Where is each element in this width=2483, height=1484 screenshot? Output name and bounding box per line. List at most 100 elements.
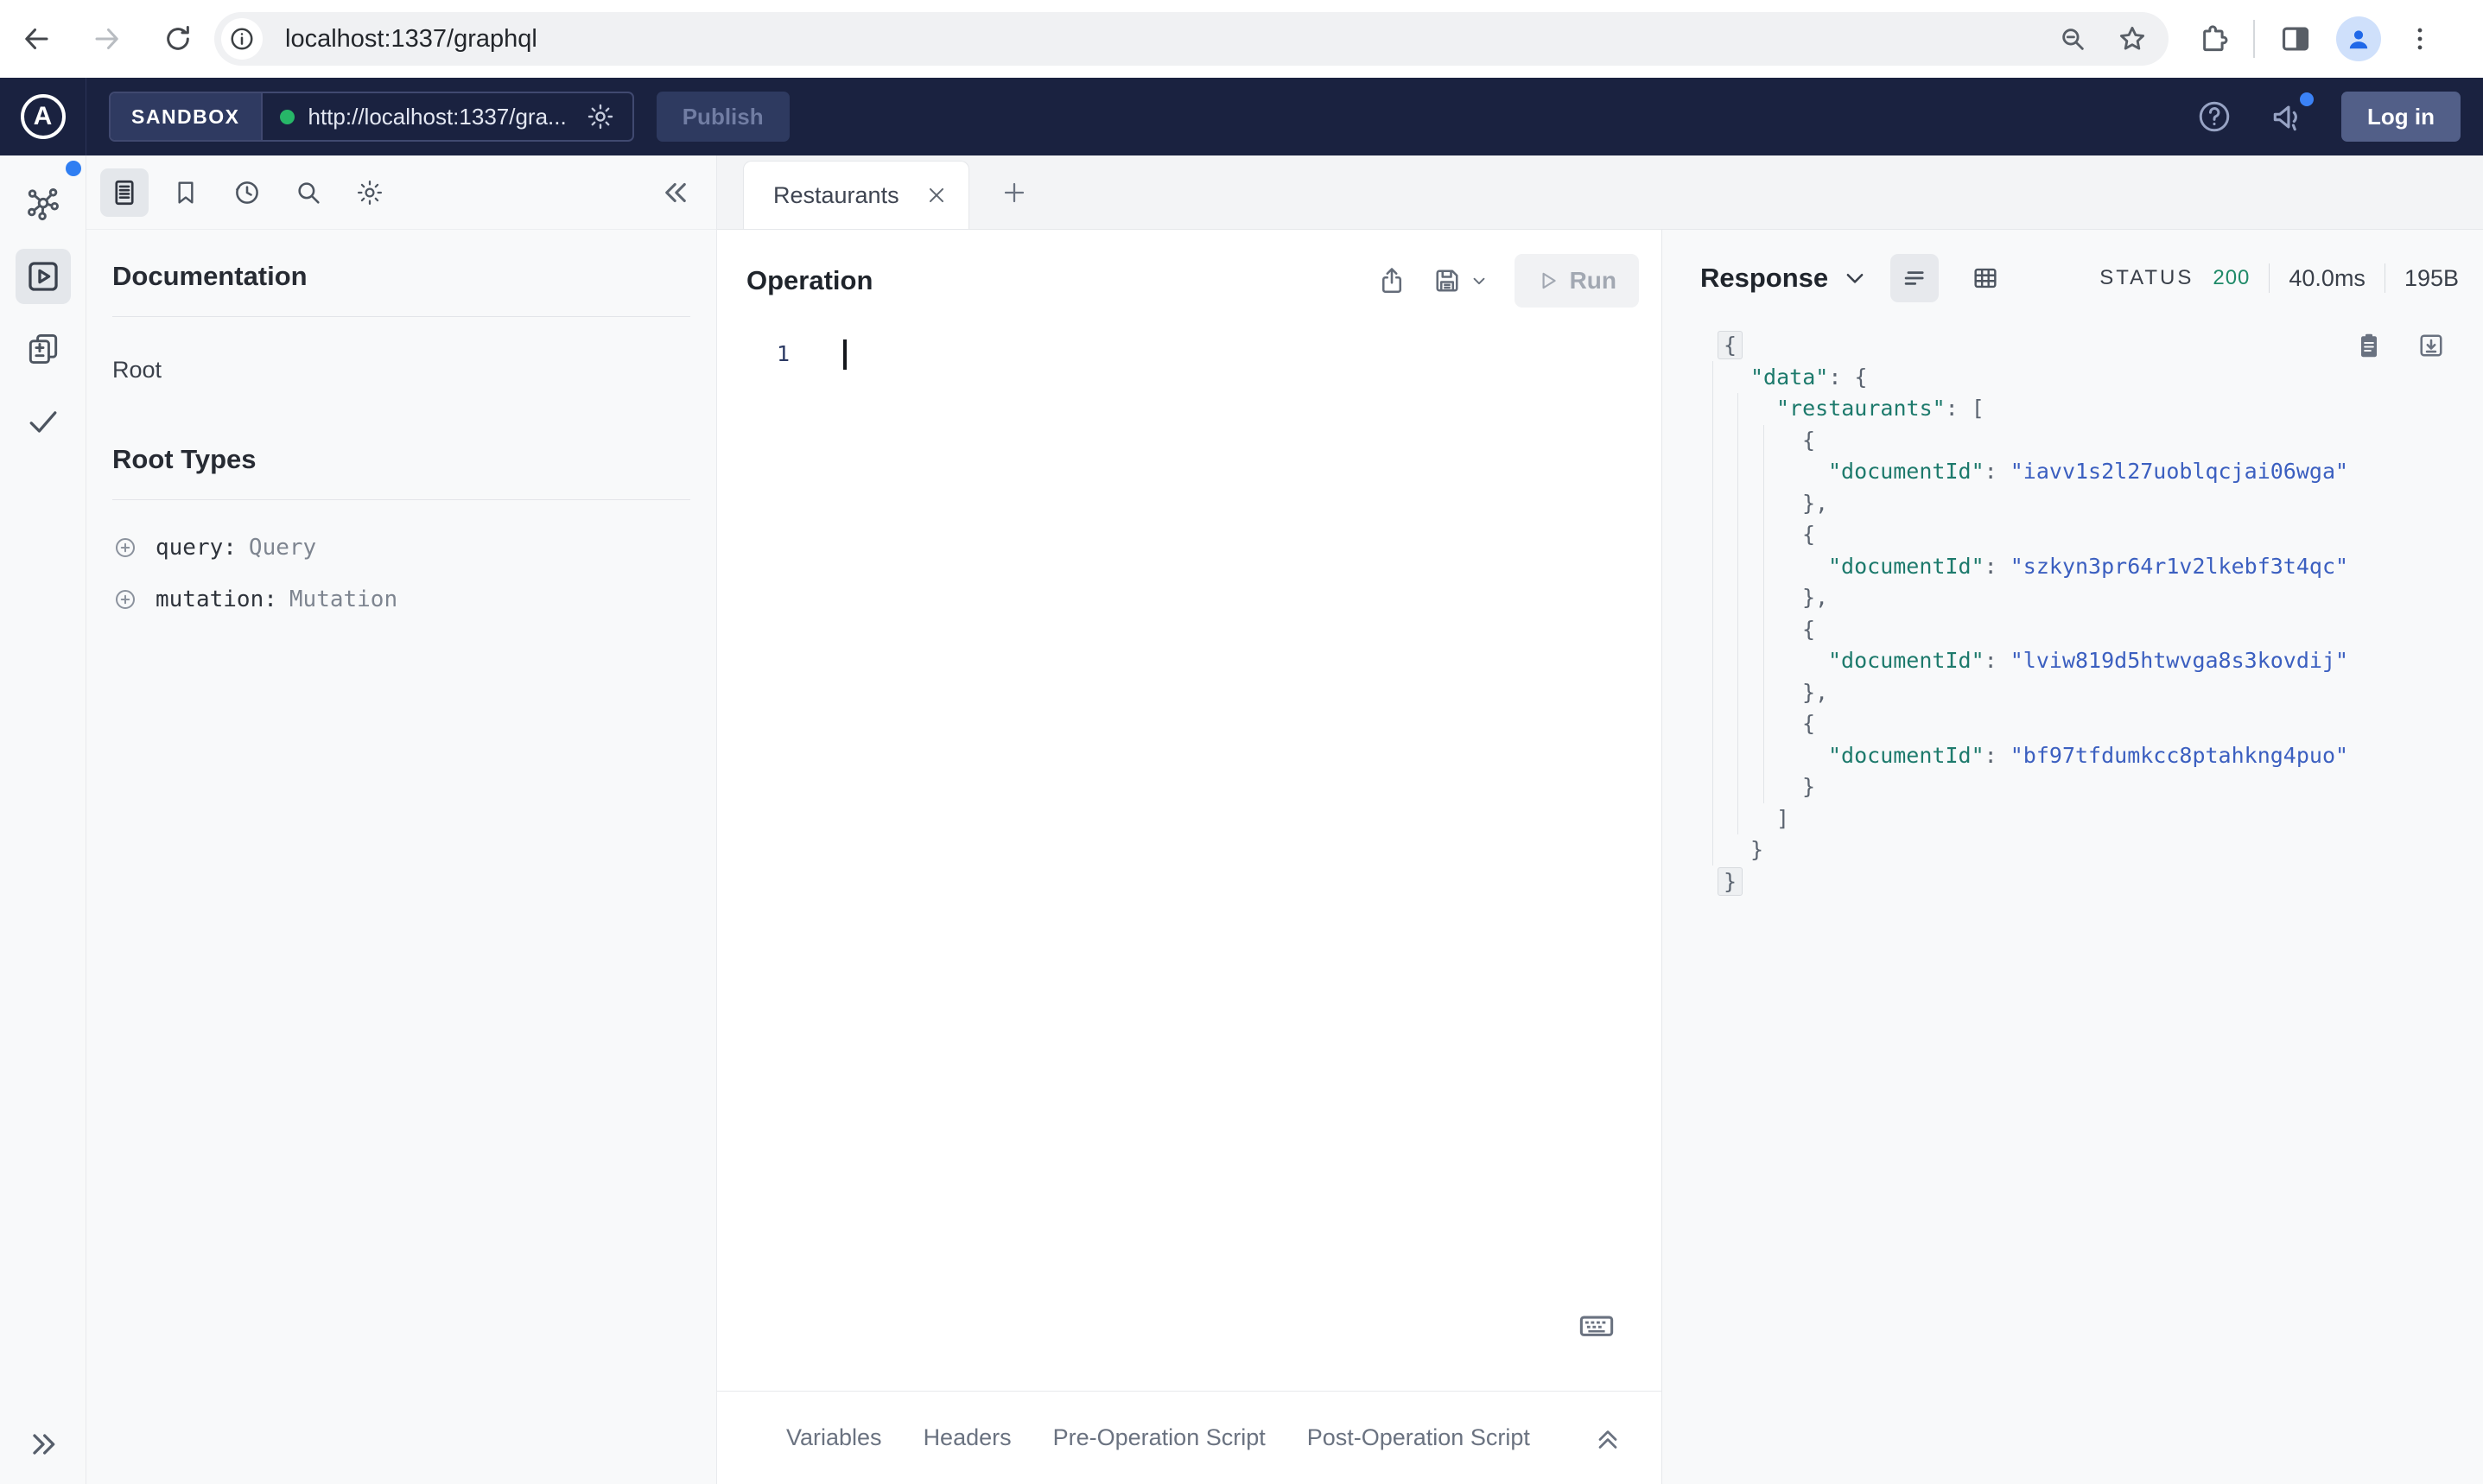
url-text[interactable]: localhost:1337/graphql xyxy=(285,25,2058,54)
tab-restaurants[interactable]: Restaurants xyxy=(743,161,969,229)
operation-editor[interactable]: 1 xyxy=(717,323,1661,1391)
bottom-tab-post-operation-script[interactable]: Post-Operation Script xyxy=(1307,1424,1530,1451)
bottom-tab-variables[interactable]: Variables xyxy=(786,1424,882,1451)
operation-panel: Operation Run 1 Variables Headers Pre-Op… xyxy=(717,230,1662,1484)
json-line: }, xyxy=(1724,677,2483,709)
json-line: ] xyxy=(1724,803,2483,835)
json-token: { xyxy=(1802,711,1816,736)
bottom-tab-pre-operation-script[interactable]: Pre-Operation Script xyxy=(1053,1424,1266,1451)
bookmark-star-icon[interactable] xyxy=(2117,23,2148,54)
rail-item-explorer[interactable] xyxy=(15,249,71,304)
json-token: : xyxy=(1984,742,2010,768)
expand-plus-icon[interactable] xyxy=(112,535,138,561)
bottom-tabs: Variables Headers Pre-Operation Script Post… xyxy=(786,1424,1530,1451)
login-button[interactable]: Log in xyxy=(2341,92,2461,142)
site-info-icon[interactable] xyxy=(221,18,263,60)
bookmark-icon xyxy=(178,181,194,204)
root-link[interactable]: Root xyxy=(112,357,690,384)
copy-response-icon[interactable] xyxy=(2353,330,2385,361)
fold-toggle[interactable]: } xyxy=(1718,866,1743,896)
screen: localhost:1337/graphql A SANDBOX http://… xyxy=(0,0,2483,1484)
toolbar-divider xyxy=(2253,20,2255,58)
browser-reload-button[interactable] xyxy=(154,15,202,63)
gear-icon xyxy=(357,180,383,205)
json-token: }, xyxy=(1802,679,1829,705)
field-row-mutation[interactable]: mutation: Mutation xyxy=(112,587,690,612)
rail-item-checks[interactable] xyxy=(16,394,71,449)
tool-settings-button[interactable] xyxy=(346,168,394,217)
side-panel-icon[interactable] xyxy=(2279,22,2312,55)
json-token: : xyxy=(1984,553,2010,579)
status-code: 200 xyxy=(2213,266,2251,289)
search-icon xyxy=(298,181,320,204)
field-row-query[interactable]: query: Query xyxy=(112,535,690,561)
tab-close-icon[interactable] xyxy=(925,184,948,206)
apollo-logo[interactable]: A xyxy=(0,78,86,155)
address-bar[interactable]: localhost:1337/graphql xyxy=(214,12,2169,66)
announcements-megaphone-icon[interactable] xyxy=(2269,92,2315,136)
help-icon[interactable] xyxy=(2196,98,2232,135)
line-number: 1 xyxy=(776,341,790,366)
save-options-chevron-icon[interactable] xyxy=(1470,271,1489,290)
browser-profile-avatar[interactable] xyxy=(2336,16,2381,61)
json-line: } xyxy=(1724,771,2483,803)
table-view-button[interactable] xyxy=(1961,254,2010,302)
tool-documentation-button[interactable] xyxy=(100,168,149,217)
tab-label: Restaurants xyxy=(773,181,899,208)
rail-item-changes[interactable] xyxy=(16,321,71,377)
expand-plus-icon[interactable] xyxy=(112,587,138,612)
field-type[interactable]: Query xyxy=(249,535,316,561)
tool-history-button[interactable] xyxy=(223,168,271,217)
json-token: ] xyxy=(1776,805,1790,831)
operation-bottom-bar: Variables Headers Pre-Operation Script Post… xyxy=(717,1391,1661,1484)
response-panel: Response STATUS 200 40.0ms 195B {"data"… xyxy=(1662,230,2483,1484)
endpoint-settings-gear-icon[interactable] xyxy=(586,102,615,131)
divider xyxy=(112,499,690,500)
browser-back-button[interactable] xyxy=(12,15,60,63)
schema-notification-dot xyxy=(66,161,81,176)
apollo-header: A SANDBOX http://localhost:1337/gra... P… xyxy=(0,78,2483,155)
json-line: { xyxy=(1724,614,2483,646)
table-grid-icon xyxy=(1974,268,1997,289)
reload-icon xyxy=(167,26,189,50)
bottom-tab-headers[interactable]: Headers xyxy=(924,1424,1012,1451)
json-token: }, xyxy=(1802,490,1829,516)
zoom-page-icon[interactable] xyxy=(2058,24,2087,54)
json-token: { xyxy=(1802,522,1816,547)
publish-button[interactable]: Publish xyxy=(656,92,790,142)
endpoint-url-box[interactable]: http://localhost:1337/gra... xyxy=(263,93,632,140)
expand-bottom-panel-chevrons-icon[interactable] xyxy=(1592,1423,1623,1454)
text-cursor xyxy=(843,339,847,370)
tool-saved-operations-button[interactable] xyxy=(162,168,210,217)
schema-graph-icon xyxy=(27,188,59,221)
new-tab-plus-icon[interactable] xyxy=(1000,179,1028,206)
json-token: } xyxy=(1750,837,1764,862)
response-dropdown-chevron-icon[interactable] xyxy=(1842,265,1868,291)
fold-toggle[interactable]: { xyxy=(1718,331,1743,359)
sandbox-badge: SANDBOX xyxy=(111,93,263,140)
save-operation-icon[interactable] xyxy=(1432,265,1489,296)
rail-item-schema[interactable] xyxy=(16,176,71,231)
json-line: }, xyxy=(1724,582,2483,614)
browser-forward-button[interactable] xyxy=(83,15,131,63)
download-response-icon[interactable] xyxy=(2416,330,2447,361)
format-json-view-button[interactable] xyxy=(1890,254,1940,302)
operation-header: Operation Run xyxy=(717,230,1661,323)
main-area: Restaurants Operation Run 1 Variables He… xyxy=(717,155,2483,1484)
browser-toolbar: localhost:1337/graphql xyxy=(0,0,2483,78)
keyboard-shortcuts-icon[interactable] xyxy=(1577,1306,1616,1346)
collapse-panel-chevrons-icon[interactable] xyxy=(659,176,692,209)
extensions-icon[interactable] xyxy=(2196,22,2229,55)
json-line: } xyxy=(1718,866,2483,898)
operation-title: Operation xyxy=(746,265,873,295)
response-body: {"data": {"restaurants": [{"documentId":… xyxy=(1662,316,2483,1484)
json-line: "restaurants": [ xyxy=(1724,393,2483,425)
documentation-panel: Documentation Root Root Types query: Quer… xyxy=(86,155,717,1484)
tool-search-button[interactable] xyxy=(284,168,333,217)
share-operation-icon[interactable] xyxy=(1376,265,1407,296)
run-button[interactable]: Run xyxy=(1514,254,1639,308)
documentation-content: Documentation Root Root Types query: Quer… xyxy=(86,230,716,638)
expand-rail-chevrons-icon[interactable] xyxy=(26,1427,60,1462)
field-type[interactable]: Mutation xyxy=(289,587,397,612)
browser-menu-kebab-icon[interactable] xyxy=(2405,24,2435,54)
